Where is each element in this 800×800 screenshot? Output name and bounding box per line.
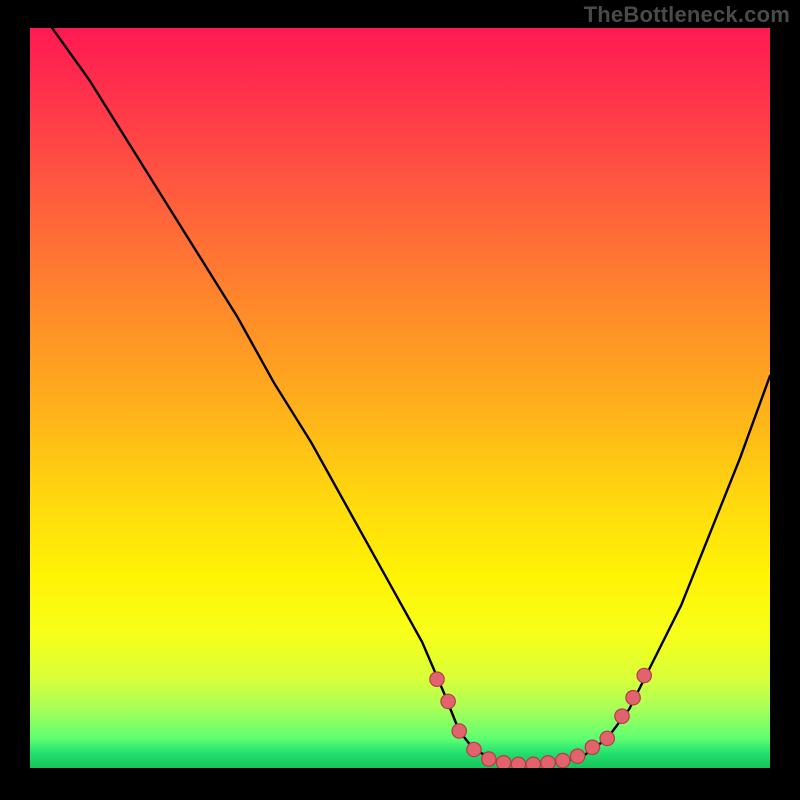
chart-overlay (30, 28, 770, 768)
marker-dot (600, 731, 614, 745)
watermark-text: TheBottleneck.com (584, 2, 790, 28)
marker-dot (430, 672, 444, 686)
bottleneck-curve-path (52, 28, 770, 764)
marker-dot (526, 757, 540, 768)
marker-dot (467, 742, 481, 756)
marker-dot (585, 740, 599, 754)
marker-dot (615, 709, 629, 723)
marker-dot (482, 752, 496, 766)
marker-dot (626, 691, 640, 705)
chart-frame: TheBottleneck.com (0, 0, 800, 800)
marker-group (430, 668, 652, 768)
marker-dot (452, 724, 466, 738)
marker-dot (570, 749, 584, 763)
marker-dot (556, 753, 570, 767)
marker-dot (541, 756, 555, 768)
marker-dot (511, 757, 525, 768)
marker-dot (496, 756, 510, 768)
marker-dot (441, 694, 455, 708)
marker-dot (637, 668, 651, 682)
